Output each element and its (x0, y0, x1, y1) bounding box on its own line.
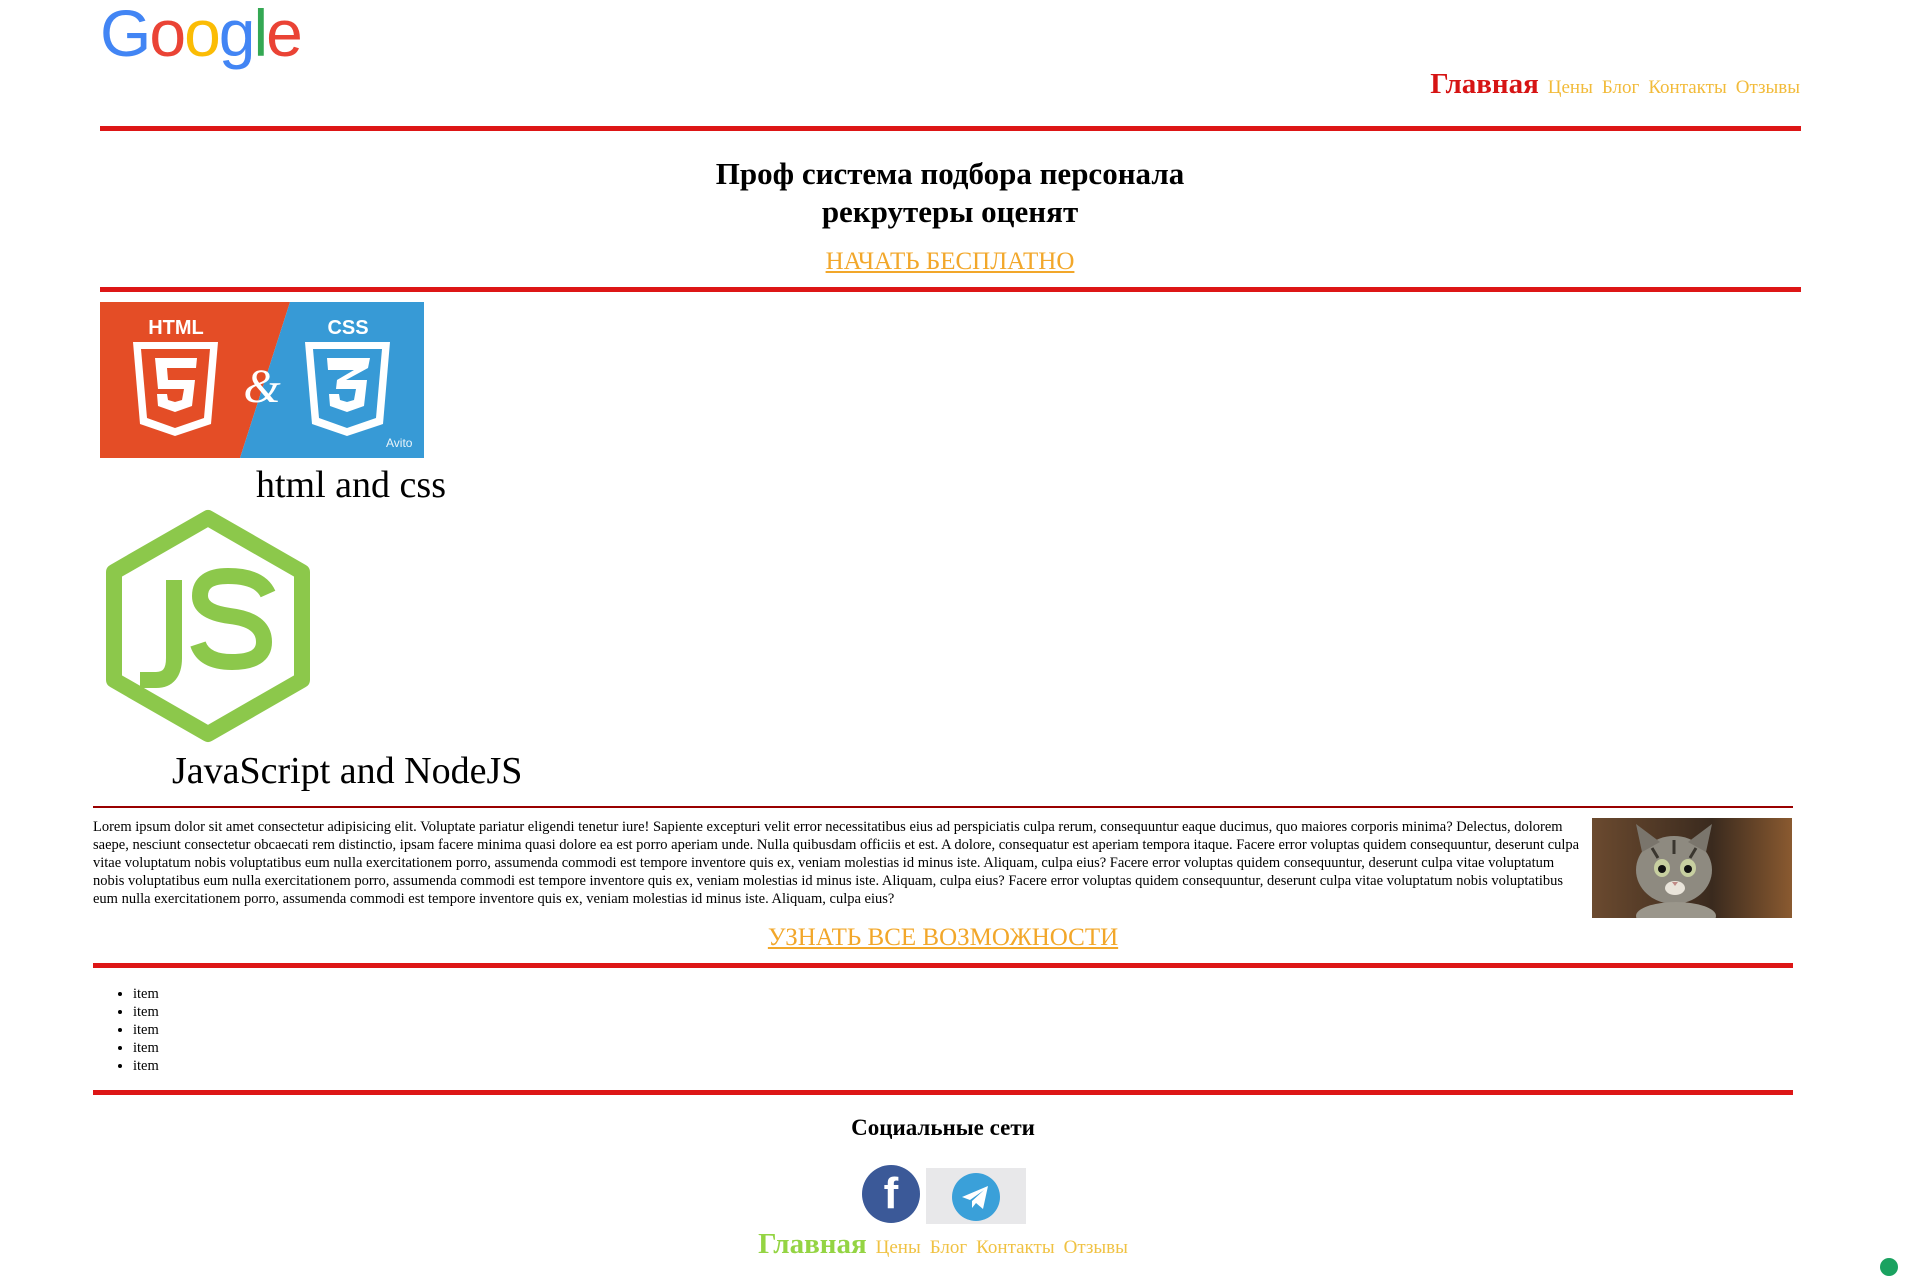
footer-nav-prices-link[interactable]: Цены (876, 1237, 921, 1258)
hero-title-line1: Проф система подбора персонала (715, 156, 1185, 191)
google-logo-letter: o (149, 0, 186, 70)
amp-symbol: & (243, 360, 281, 413)
google-logo[interactable]: Google (100, 0, 303, 70)
nodejs-logo (100, 508, 316, 744)
item-list: item item item item item (93, 985, 159, 1075)
social-title: Социальные сети (851, 1115, 1035, 1140)
list-item: item (133, 985, 159, 1003)
nav-reviews-link[interactable]: Отзывы (1736, 77, 1800, 98)
avito-watermark: Avito (386, 436, 413, 450)
facebook-letter: f (883, 1169, 899, 1218)
html5-shield-icon (133, 342, 218, 436)
floating-status-dot (1880, 1258, 1898, 1276)
list-item: item (133, 1039, 159, 1057)
divider (93, 806, 1793, 808)
html-label: HTML (148, 317, 204, 339)
telegram-plane-icon (962, 1186, 988, 1209)
google-logo-letter: g (218, 0, 256, 70)
divider (93, 1090, 1793, 1095)
top-nav: Главная Цены Блог Контакты Отзывы (1430, 68, 1800, 101)
divider (100, 126, 1801, 131)
hero-title: Проф система подбора персонала рекрутеры… (100, 155, 1800, 231)
google-logo-letter: o (184, 0, 221, 70)
html-css-banner: HTML & CSS Avito (100, 302, 424, 458)
hero-cta: НАЧАТЬ БЕСПЛАТНО (100, 248, 1800, 276)
kitten-photo (1592, 818, 1792, 918)
css3-shield-icon (305, 342, 390, 436)
list-item: item (133, 1021, 159, 1039)
google-logo-letter: e (266, 0, 303, 70)
telegram-icon[interactable] (926, 1168, 1026, 1224)
js-node-caption: JavaScript and NodeJS (172, 750, 523, 792)
nav-contacts-link[interactable]: Контакты (1648, 77, 1726, 98)
divider (100, 287, 1801, 292)
nodejs-hexagon-icon (106, 510, 310, 742)
start-free-link[interactable]: НАЧАТЬ БЕСПЛАТНО (826, 248, 1075, 275)
google-logo-letter: l (253, 0, 269, 70)
nav-prices-link[interactable]: Цены (1548, 77, 1593, 98)
list-item: item (133, 1003, 159, 1021)
footer-nav-blog-link[interactable]: Блог (930, 1237, 967, 1258)
kitten-image (1592, 818, 1792, 918)
list-item: item (133, 1057, 159, 1075)
hero-title-line2: рекрутеры оценят (821, 194, 1079, 229)
telegram-circle (952, 1173, 1000, 1221)
more-cta: УЗНАТЬ ВСЕ ВОЗМОЖНОСТИ (93, 924, 1793, 952)
divider (93, 963, 1793, 968)
css-label: CSS (327, 317, 368, 339)
learn-all-features-link[interactable]: УЗНАТЬ ВСЕ ВОЗМОЖНОСТИ (768, 924, 1118, 951)
google-logo-letter: G (100, 0, 151, 70)
html-css-caption: html and css (256, 464, 446, 506)
html-css-banner-graphic: HTML & CSS Avito (100, 302, 424, 458)
nav-blog-link[interactable]: Блог (1602, 77, 1639, 98)
lorem-paragraph: Lorem ipsum dolor sit amet consectetur a… (93, 819, 1580, 907)
footer-nav-contacts-link[interactable]: Контакты (976, 1237, 1054, 1258)
footer-nav-home-link[interactable]: Главная (758, 1228, 867, 1260)
footer-nav: Главная Цены Блог Контакты Отзывы (93, 1228, 1793, 1261)
footer-nav-reviews-link[interactable]: Отзывы (1064, 1237, 1128, 1258)
facebook-icon[interactable]: f (862, 1165, 920, 1223)
nav-home-link[interactable]: Главная (1430, 68, 1539, 100)
